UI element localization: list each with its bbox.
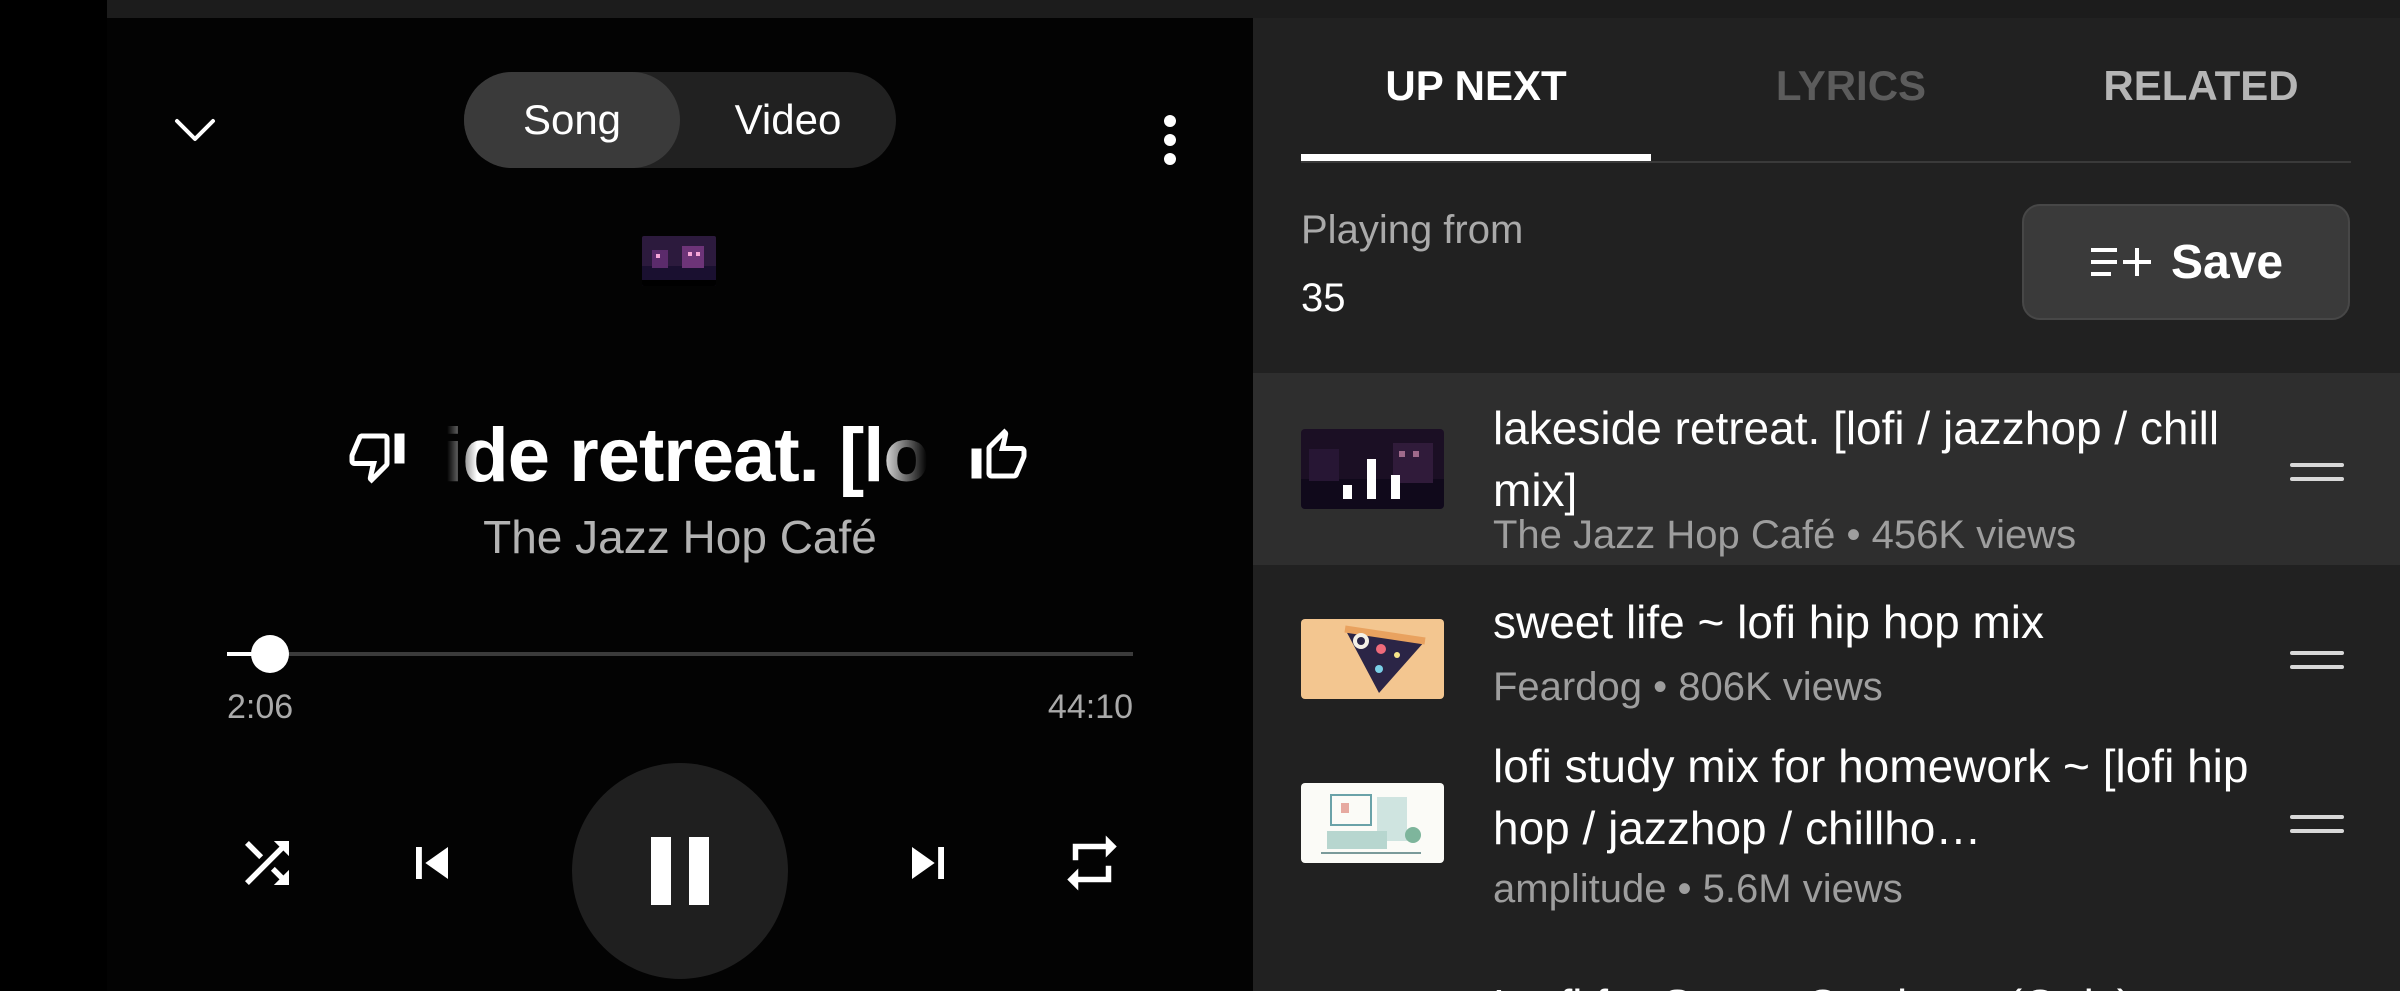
- current-time: 2:06: [227, 688, 294, 726]
- queue-item-subtitle: Feardog • 806K views: [1493, 665, 1883, 709]
- dislike-button[interactable]: [339, 418, 415, 494]
- song-tab[interactable]: Song: [464, 72, 680, 168]
- left-margin: [0, 0, 107, 991]
- queue-item[interactable]: Lo-fi for Space Cowboys (Only): [1253, 917, 2400, 991]
- queue-item-title: lakeside retreat. [lofi / jazzhop / chil…: [1493, 402, 2220, 516]
- queue-thumbnail: [1301, 619, 1444, 699]
- tab-up-next[interactable]: UP NEXT: [1301, 62, 1651, 110]
- song-title: lakeside retreat. [lofi / jazzhop / chil…: [447, 413, 927, 498]
- playback-controls: [107, 748, 1253, 979]
- queue-item-title: lofi study mix for homework ~ [lofi hip …: [1493, 740, 2249, 854]
- repeat-button[interactable]: [1042, 813, 1142, 913]
- queue-item[interactable]: lofi study mix for homework ~ [lofi hip …: [1253, 725, 2400, 917]
- pause-icon: [651, 837, 709, 905]
- video-tab[interactable]: Video: [680, 72, 896, 168]
- queue-item[interactable]: lakeside retreat. [lofi / jazzhop / chil…: [1253, 373, 2400, 565]
- progress-handle[interactable]: [251, 635, 290, 673]
- song-title-marquee: lakeside retreat. [lofi / jazzhop / chil…: [447, 408, 927, 508]
- playing-from-label: Playing from: [1301, 208, 1524, 252]
- queue-item-title: Lo-fi for Space Cowboys (Only): [1493, 975, 2273, 991]
- total-time: 44:10: [1047, 688, 1133, 726]
- like-button[interactable]: [961, 418, 1037, 494]
- queue-thumbnail: [1301, 783, 1444, 863]
- now-playing-panel: Song Video ide retreat. [lo The Jazz Hop…: [107, 18, 1253, 991]
- playing-from-value: 35: [1301, 276, 1346, 320]
- shuffle-button[interactable]: [217, 813, 317, 913]
- song-video-toggle: Song Video: [464, 72, 896, 168]
- tab-lyrics[interactable]: LYRICS: [1701, 62, 2001, 110]
- title-row: lakeside retreat. [lofi / jazzhop / chil…: [339, 388, 1039, 518]
- previous-button[interactable]: [382, 813, 482, 913]
- drag-handle[interactable]: [2288, 805, 2348, 845]
- skip-next-icon: [912, 847, 944, 879]
- queue-tabs: UP NEXT LYRICS RELATED: [1301, 18, 2351, 163]
- active-tab-indicator: [1301, 154, 1651, 161]
- more-vert-icon: [1164, 115, 1176, 165]
- queue-list: lakeside retreat. [lofi / jazzhop / chil…: [1253, 373, 2400, 991]
- thumb-down-icon: [349, 433, 405, 484]
- play-pause-button[interactable]: [572, 763, 788, 979]
- next-button[interactable]: [878, 813, 978, 913]
- music-player-window: Song Video ide retreat. [lo The Jazz Hop…: [0, 0, 2400, 991]
- drag-handle[interactable]: [2288, 453, 2348, 493]
- collapse-button[interactable]: [155, 90, 235, 170]
- chevron-down-icon: [175, 119, 215, 141]
- queue-panel: UP NEXT LYRICS RELATED Playing from 35 S…: [1253, 18, 2400, 991]
- skip-previous-icon: [416, 847, 448, 879]
- queue-item[interactable]: sweet life ~ lofi hip hop mix Feardog • …: [1253, 565, 2400, 725]
- queue-thumbnail: [1301, 429, 1444, 509]
- queue-item-subtitle: amplitude • 5.6M views: [1493, 867, 1903, 911]
- shuffle-icon: [245, 841, 289, 885]
- top-bar: [107, 0, 2400, 18]
- progress-bar[interactable]: [227, 635, 1133, 673]
- repeat-icon: [1067, 835, 1117, 891]
- artist-name[interactable]: The Jazz Hop Café: [107, 510, 1253, 564]
- queue-item-subtitle: The Jazz Hop Café • 456K views: [1493, 513, 2077, 557]
- album-art-mini: [642, 236, 716, 286]
- save-queue-button[interactable]: Save: [2022, 204, 2350, 320]
- tab-related[interactable]: RELATED: [2051, 62, 2351, 110]
- save-label: Save: [2170, 235, 2284, 289]
- drag-handle[interactable]: [2288, 641, 2348, 681]
- more-options-button[interactable]: [1130, 90, 1210, 190]
- thumb-up-icon: [971, 428, 1027, 479]
- playlist-add-icon: [2090, 248, 2151, 276]
- queue-item-title: sweet life ~ lofi hip hop mix: [1493, 596, 2044, 648]
